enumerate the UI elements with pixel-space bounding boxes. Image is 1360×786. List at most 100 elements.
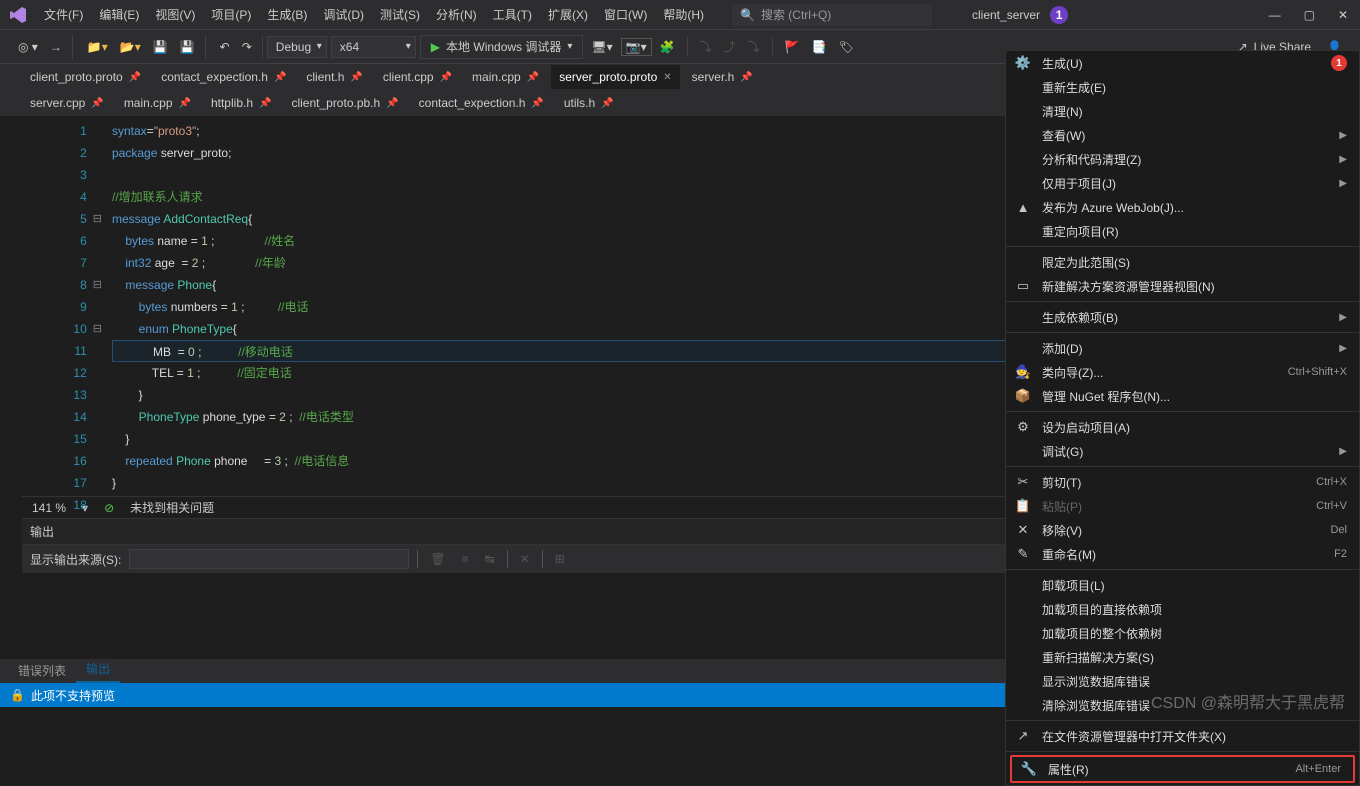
vs-logo-icon <box>8 5 28 25</box>
menu-item[interactable]: 项目(P) <box>203 0 259 29</box>
play-icon: ▶ <box>431 40 440 54</box>
file-tab[interactable]: client.cpp📌 <box>375 65 460 89</box>
tb-tag[interactable]: 🏷 <box>835 38 858 56</box>
menu-item[interactable]: 视图(V) <box>147 0 203 29</box>
context-menu-item[interactable]: ⚙设为启动项目(A) <box>1006 415 1359 439</box>
tb-flag[interactable]: 🚩 <box>781 38 804 56</box>
file-tab[interactable]: main.cpp📌 <box>464 65 547 89</box>
context-menu-item[interactable]: 仅用于项目(J)▶ <box>1006 171 1359 195</box>
line-gutter: 1⊟2⊟3⊟4⊟5⊟6⊟7⊟8⊟9⊟10⊟11⊟12⊟13⊟14⊟15⊟16⊟1… <box>22 116 112 496</box>
menu-item[interactable]: 分析(N) <box>428 0 485 29</box>
file-tab[interactable]: client.h📌 <box>298 65 370 89</box>
output-source-label: 显示输出来源(S): <box>30 551 121 568</box>
context-menu-item[interactable]: 清理(N) <box>1006 99 1359 123</box>
debug-start-button[interactable]: ▶ 本地 Windows 调试器 ▾ <box>420 35 584 59</box>
context-menu-item[interactable]: ↗在文件资源管理器中打开文件夹(X) <box>1006 724 1359 748</box>
menu-item[interactable]: 扩展(X) <box>540 0 596 29</box>
project-name: client_server <box>972 8 1040 22</box>
tb-icon-2[interactable]: 📷▾ <box>621 38 652 56</box>
platform-combo[interactable]: x64 <box>331 36 416 58</box>
debug-label: 本地 Windows 调试器 <box>446 38 561 55</box>
file-tab[interactable]: main.cpp📌 <box>116 91 199 115</box>
tb-step-3[interactable]: ⤵ <box>744 36 764 57</box>
context-menu-item[interactable]: 重新扫描解决方案(S) <box>1006 645 1359 669</box>
menu-item[interactable]: 工具(T) <box>485 0 540 29</box>
context-menu-item[interactable]: 卸载项目(L) <box>1006 573 1359 597</box>
file-tab[interactable]: contact_expection.h📌 <box>411 91 552 115</box>
file-tab[interactable]: contact_expection.h📌 <box>153 65 294 89</box>
context-menu-item[interactable]: 🧙类向导(Z)...Ctrl+Shift+X <box>1006 360 1359 384</box>
context-menu-item[interactable]: 加载项目的直接依赖项 <box>1006 597 1359 621</box>
nav-back-button[interactable]: ◎ ▾ <box>14 38 42 56</box>
context-menu-item[interactable]: ⚙️生成(U)1 <box>1006 51 1359 75</box>
context-menu-item[interactable]: ✂剪切(T)Ctrl+X <box>1006 470 1359 494</box>
menu-item[interactable]: 编辑(E) <box>91 0 147 29</box>
file-tab[interactable]: utils.h📌 <box>556 91 622 115</box>
context-menu-item[interactable]: 重定向项目(R) <box>1006 219 1359 243</box>
menu-item[interactable]: 窗口(W) <box>596 0 655 29</box>
nav-forward-button[interactable]: → <box>46 38 66 56</box>
menu-item[interactable]: 调试(D) <box>315 0 372 29</box>
file-tab[interactable]: client_proto.proto📌 <box>22 65 149 89</box>
titlebar: 文件(F)编辑(E)视图(V)项目(P)生成(B)调试(D)测试(S)分析(N)… <box>0 0 1360 30</box>
output-source-combo[interactable] <box>129 549 409 569</box>
context-menu-item[interactable]: 加载项目的整个依赖树 <box>1006 621 1359 645</box>
open-button[interactable]: 📂▾ <box>116 38 145 56</box>
output-clear-icon[interactable]: 🗑 <box>426 550 449 568</box>
context-menu-item[interactable]: 查看(W)▶ <box>1006 123 1359 147</box>
bottom-tab-errors[interactable]: 错误列表 <box>8 658 76 683</box>
file-tab[interactable]: server.h📌 <box>684 65 761 89</box>
output-toggle-icon[interactable]: ↹ <box>481 550 499 568</box>
tb-step-1[interactable]: ⤵ <box>696 36 716 57</box>
context-menu: ⚙️生成(U)1重新生成(E)清理(N)查看(W)▶分析和代码清理(Z)▶仅用于… <box>1005 50 1360 786</box>
menu-item[interactable]: 生成(B) <box>259 0 315 29</box>
file-tab[interactable]: client_proto.pb.h📌 <box>283 91 406 115</box>
output-x-icon[interactable]: ✕ <box>516 550 534 568</box>
menu-item[interactable]: 帮助(H) <box>655 0 712 29</box>
context-menu-item[interactable]: ✕移除(V)Del <box>1006 518 1359 542</box>
new-project-button[interactable]: 📁▾ <box>83 38 112 56</box>
config-combo[interactable]: Debug <box>267 36 327 58</box>
output-title: 输出 <box>30 523 54 540</box>
search-icon: 🔍 <box>740 8 755 22</box>
menu-item[interactable]: 测试(S) <box>372 0 428 29</box>
maximize-icon[interactable]: ▢ <box>1300 4 1319 26</box>
context-menu-item[interactable]: 添加(D)▶ <box>1006 336 1359 360</box>
tb-step-2[interactable]: ⤴ <box>720 36 740 57</box>
close-icon[interactable]: ✕ <box>1334 4 1352 26</box>
tb-icon-1[interactable]: 🖥▾ <box>587 38 616 56</box>
project-title: client_server 1 <box>972 6 1068 24</box>
file-tab[interactable]: server.cpp📌 <box>22 91 112 115</box>
context-menu-item[interactable]: 生成依赖项(B)▶ <box>1006 305 1359 329</box>
context-menu-item[interactable]: 重新生成(E) <box>1006 75 1359 99</box>
redo-button[interactable]: ↷ <box>238 38 256 56</box>
search-placeholder: 搜索 (Ctrl+Q) <box>761 6 831 23</box>
search-box[interactable]: 🔍 搜索 (Ctrl+Q) <box>732 4 932 26</box>
bottom-tab-output[interactable]: 输出 <box>76 656 120 683</box>
context-menu-item: 📋粘贴(P)Ctrl+V <box>1006 494 1359 518</box>
file-tab[interactable]: httplib.h📌 <box>203 91 279 115</box>
context-menu-item[interactable]: 📦管理 NuGet 程序包(N)... <box>1006 384 1359 408</box>
notification-badge[interactable]: 1 <box>1050 6 1068 24</box>
output-list-icon[interactable]: ⊞ <box>551 550 569 568</box>
status-message: 此项不支持预览 <box>31 687 115 704</box>
menu-item[interactable]: 文件(F) <box>36 0 91 29</box>
context-menu-item[interactable]: 分析和代码清理(Z)▶ <box>1006 147 1359 171</box>
context-menu-item[interactable]: ▲发布为 Azure WebJob(J)... <box>1006 195 1359 219</box>
tb-icon-3[interactable]: 🧩 <box>656 38 679 56</box>
context-menu-item[interactable]: 限定为此范围(S) <box>1006 250 1359 274</box>
save-button[interactable]: 💾 <box>149 38 172 56</box>
tb-bookmark[interactable]: 📑 <box>808 38 831 56</box>
context-menu-item[interactable]: 🔧属性(R)Alt+Enter <box>1010 755 1355 783</box>
undo-button[interactable]: ↶ <box>216 38 234 56</box>
watermark: CSDN @森明帮大于黑虎帮 <box>1151 689 1345 713</box>
main-menu-bar: 文件(F)编辑(E)视图(V)项目(P)生成(B)调试(D)测试(S)分析(N)… <box>36 0 712 29</box>
context-menu-item[interactable]: 调试(G)▶ <box>1006 439 1359 463</box>
minimize-icon[interactable]: — <box>1265 4 1285 26</box>
context-menu-item[interactable]: ▭新建解决方案资源管理器视图(N) <box>1006 274 1359 298</box>
file-tab[interactable]: server_proto.proto✕ <box>551 65 679 89</box>
output-wrap-icon[interactable]: ≡ <box>458 550 473 568</box>
save-all-button[interactable]: 💾 <box>176 38 199 56</box>
window-controls: — ▢ ✕ <box>1265 4 1352 26</box>
context-menu-item[interactable]: ✎重命名(M)F2 <box>1006 542 1359 566</box>
